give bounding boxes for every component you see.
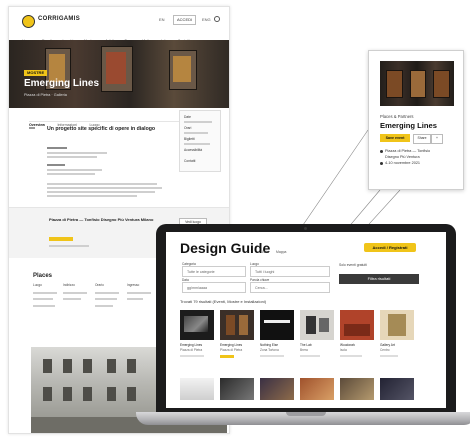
hero-title: Emerging Lines [24,78,100,89]
sidebar-label: Biglietti [184,137,195,141]
card-image[interactable] [340,378,374,400]
event-sidebar: Date Orari Biglietti Accessibilità Conta… [179,110,221,172]
header-link-eng[interactable]: ENG [202,17,211,22]
callout-card: Places & Partners Emerging Lines Save ev… [368,50,464,190]
callout-dates: 4-10 novembre 2021 [385,161,421,165]
places-column: Luogo [33,283,42,287]
sidebar-label: Accessibilità [184,148,203,152]
location-icon [380,149,383,153]
header-link-lang[interactable]: EN [159,17,165,22]
card-image[interactable] [180,378,214,400]
card-subtitle: Isola [340,348,347,352]
callout-title: Emerging Lines [380,121,437,130]
card-image[interactable] [380,378,414,400]
card-subtitle: Centro [380,348,390,352]
places-column: Orario [95,283,104,287]
callout-category: Places & Partners [380,114,414,119]
callout-address: Disegno Più Ventura [385,155,420,159]
page-title: Design Guide [180,240,271,256]
card-highlight-tag [220,355,234,358]
login-register-button[interactable]: Accedi / Registrati [364,243,416,252]
share-button[interactable]: Share [413,134,431,144]
site-header: CORRIGAMIS EN ACCEDI ENG Home Eventi Luo… [9,7,229,43]
places-column: Ingresso [127,283,140,287]
card-title[interactable]: Emerging Lines [180,343,214,347]
card-title[interactable]: Nothing Else [260,343,294,347]
add-button[interactable]: + [431,134,443,144]
card-image[interactable] [380,310,414,340]
keyword-input[interactable]: Cerca... [250,282,330,293]
section-title: Un progetto site specific di opere in di… [47,126,156,132]
card-title[interactable]: Gallery Art [380,343,414,347]
venue-tag [49,237,73,241]
main-nav: Home Eventi Luoghi Mostre Artisti Tour V… [22,29,222,43]
callout-info-row: 4-10 novembre 2021 [380,161,458,165]
calendar-icon [380,161,383,165]
callout-venue: Piazza di Pietra — Tonfisio [385,149,431,153]
card-image[interactable] [300,378,334,400]
sidebar-label: Contatti [184,159,196,163]
card-image[interactable] [300,310,334,340]
hero-subtitle: Piazza di Pietra · Galleria [24,93,67,97]
card-image[interactable] [220,378,254,400]
login-button[interactable]: ACCEDI [173,15,197,25]
date-input[interactable]: gg/mm/aaaa [182,282,246,293]
sidebar-label: Date [184,115,191,119]
card-image[interactable] [220,310,254,340]
card-image[interactable] [260,310,294,340]
logo-icon [22,15,35,28]
category-select[interactable]: Tutte le categorie [182,266,246,277]
places-title: Places [33,273,53,279]
results-count: Trovati 79 risultati (Eventi, Mostre e I… [180,299,267,304]
view-list-tab[interactable]: Lista [262,250,269,255]
card-subtitle: Piazza di Pietra [180,348,203,352]
card-image[interactable] [180,310,214,340]
search-icon[interactable] [214,16,220,22]
save-event-button[interactable]: Save event [380,134,410,142]
laptop-notch [286,412,326,416]
places-column: Indirizzo [63,283,75,287]
card-title[interactable]: Emerging Lines [220,343,254,347]
free-events-toggle[interactable]: Solo eventi gratuiti [339,263,367,267]
card-subtitle: Zona Tortona [260,348,279,352]
sidebar-label: Orari [184,126,192,130]
view-map-tab[interactable]: Mappa [276,250,286,255]
camera-icon [304,227,307,230]
event-image [380,61,454,106]
filter-button[interactable]: Filtra risultati [339,274,419,284]
callout-info-row: Disegno Più Ventura [380,155,463,159]
place-select[interactable]: Tutti i luoghi [250,266,330,277]
section-marker [29,127,35,129]
card-title[interactable]: The Lab [300,343,334,347]
card-image[interactable] [340,310,374,340]
card-title[interactable]: Woodwork [340,343,374,347]
card-image[interactable] [260,378,294,400]
logo-text: CORRIGAMIS [38,16,80,22]
card-subtitle: Brera [300,348,308,352]
venue-name[interactable]: Piazza di Pietra — Tonfisio Disegno Più … [49,217,159,222]
hero-tag: MOSTRE [24,70,48,76]
callout-info-row: Piazza di Pietra — Tonfisio [380,149,458,153]
card-subtitle: Piazza di Pietra [220,348,243,352]
